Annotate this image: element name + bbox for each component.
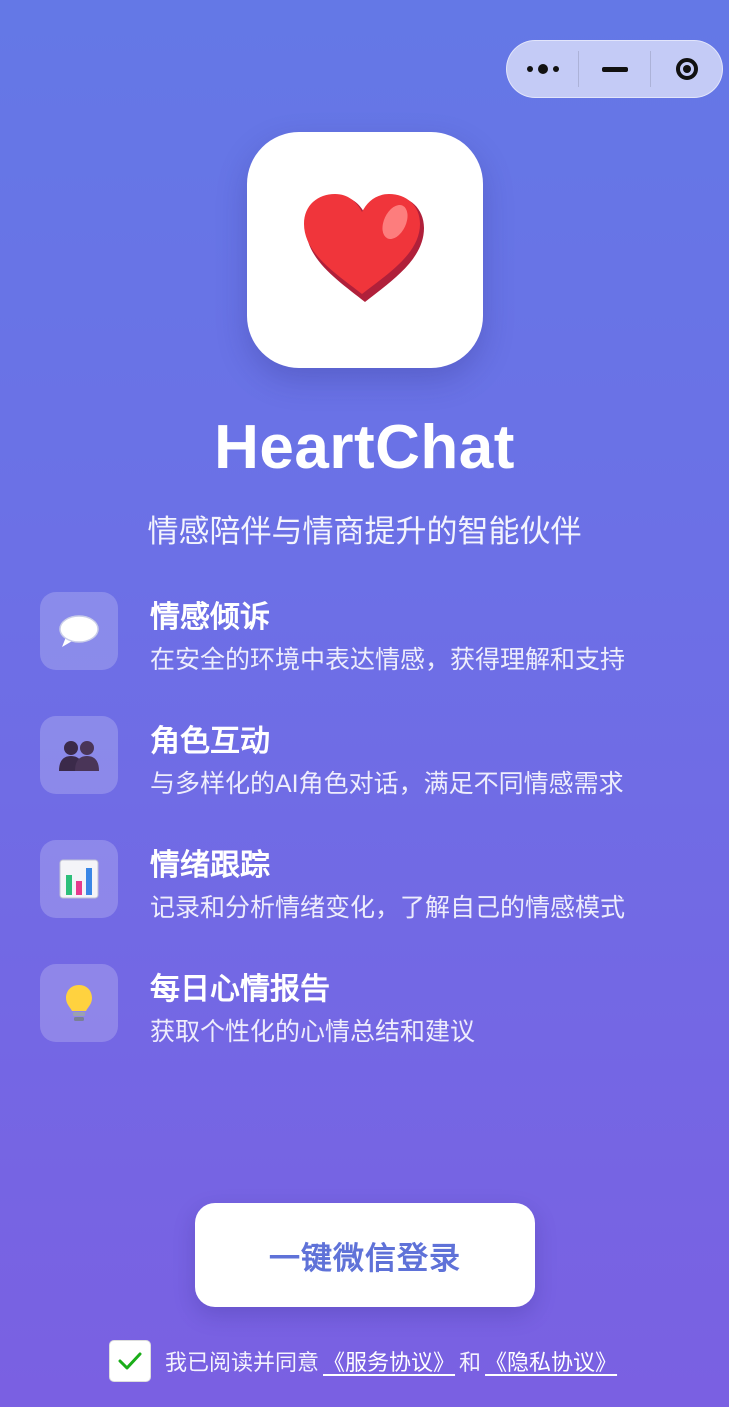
agreement-row: 我已阅读并同意 《服务协议》 和 《隐私协议》 bbox=[109, 1338, 621, 1384]
feature-title: 角色互动 bbox=[150, 725, 270, 758]
feature-list: 情感倾诉 在安全的环境中表达情感，获得理解和支持 角色互动 与多样化的AI角色对… bbox=[40, 592, 700, 1088]
feature-title: 每日心情报告 bbox=[150, 973, 330, 1006]
feature-icon-box bbox=[40, 840, 118, 918]
speech-bubble-icon bbox=[59, 615, 99, 647]
feature-item: 角色互动 与多样化的AI角色对话，满足不同情感需求 bbox=[40, 716, 700, 840]
feature-item: 情感倾诉 在安全的环境中表达情感，获得理解和支持 bbox=[40, 592, 700, 716]
feature-icon-box bbox=[40, 716, 118, 794]
feature-desc: 获取个性化的心情总结和建议 bbox=[150, 1018, 476, 1046]
service-agreement-link[interactable]: 《服务协议》 bbox=[323, 1345, 455, 1377]
app-logo bbox=[247, 132, 483, 368]
feature-title: 情绪跟踪 bbox=[150, 849, 270, 882]
feature-icon-box bbox=[40, 592, 118, 670]
bar-chart-icon bbox=[59, 859, 99, 899]
checkmark-icon bbox=[118, 1352, 142, 1370]
agreement-conjunction: 和 bbox=[459, 1350, 482, 1375]
heart-icon bbox=[304, 194, 424, 302]
privacy-agreement-link[interactable]: 《隐私协议》 bbox=[485, 1345, 617, 1377]
minimize-button[interactable] bbox=[579, 41, 650, 97]
feature-title: 情感倾诉 bbox=[150, 601, 270, 634]
agreement-checkbox[interactable] bbox=[109, 1340, 151, 1382]
feature-desc: 与多样化的AI角色对话，满足不同情感需求 bbox=[150, 770, 624, 798]
lightbulb-icon bbox=[66, 985, 92, 1021]
minimize-icon bbox=[601, 66, 628, 72]
more-button[interactable] bbox=[507, 41, 578, 97]
feature-icon-box bbox=[40, 964, 118, 1042]
more-dots-icon bbox=[526, 64, 559, 74]
close-button[interactable] bbox=[651, 41, 722, 97]
feature-item: 每日心情报告 获取个性化的心情总结和建议 bbox=[40, 964, 700, 1088]
agreement-prefix: 我已阅读并同意 bbox=[165, 1350, 320, 1375]
feature-desc: 记录和分析情绪变化，了解自己的情感模式 bbox=[150, 894, 626, 922]
close-target-icon bbox=[675, 58, 698, 80]
people-icon bbox=[59, 741, 99, 771]
feature-item: 情绪跟踪 记录和分析情绪变化，了解自己的情感模式 bbox=[40, 840, 700, 964]
feature-desc: 在安全的环境中表达情感，获得理解和支持 bbox=[150, 646, 626, 674]
capsule-menu bbox=[506, 40, 723, 98]
app-tagline: 情感陪伴与情商提升的智能伙伴 bbox=[147, 514, 582, 549]
wechat-login-button[interactable]: 一键微信登录 bbox=[195, 1203, 535, 1307]
app-name: HeartChat bbox=[214, 413, 515, 482]
